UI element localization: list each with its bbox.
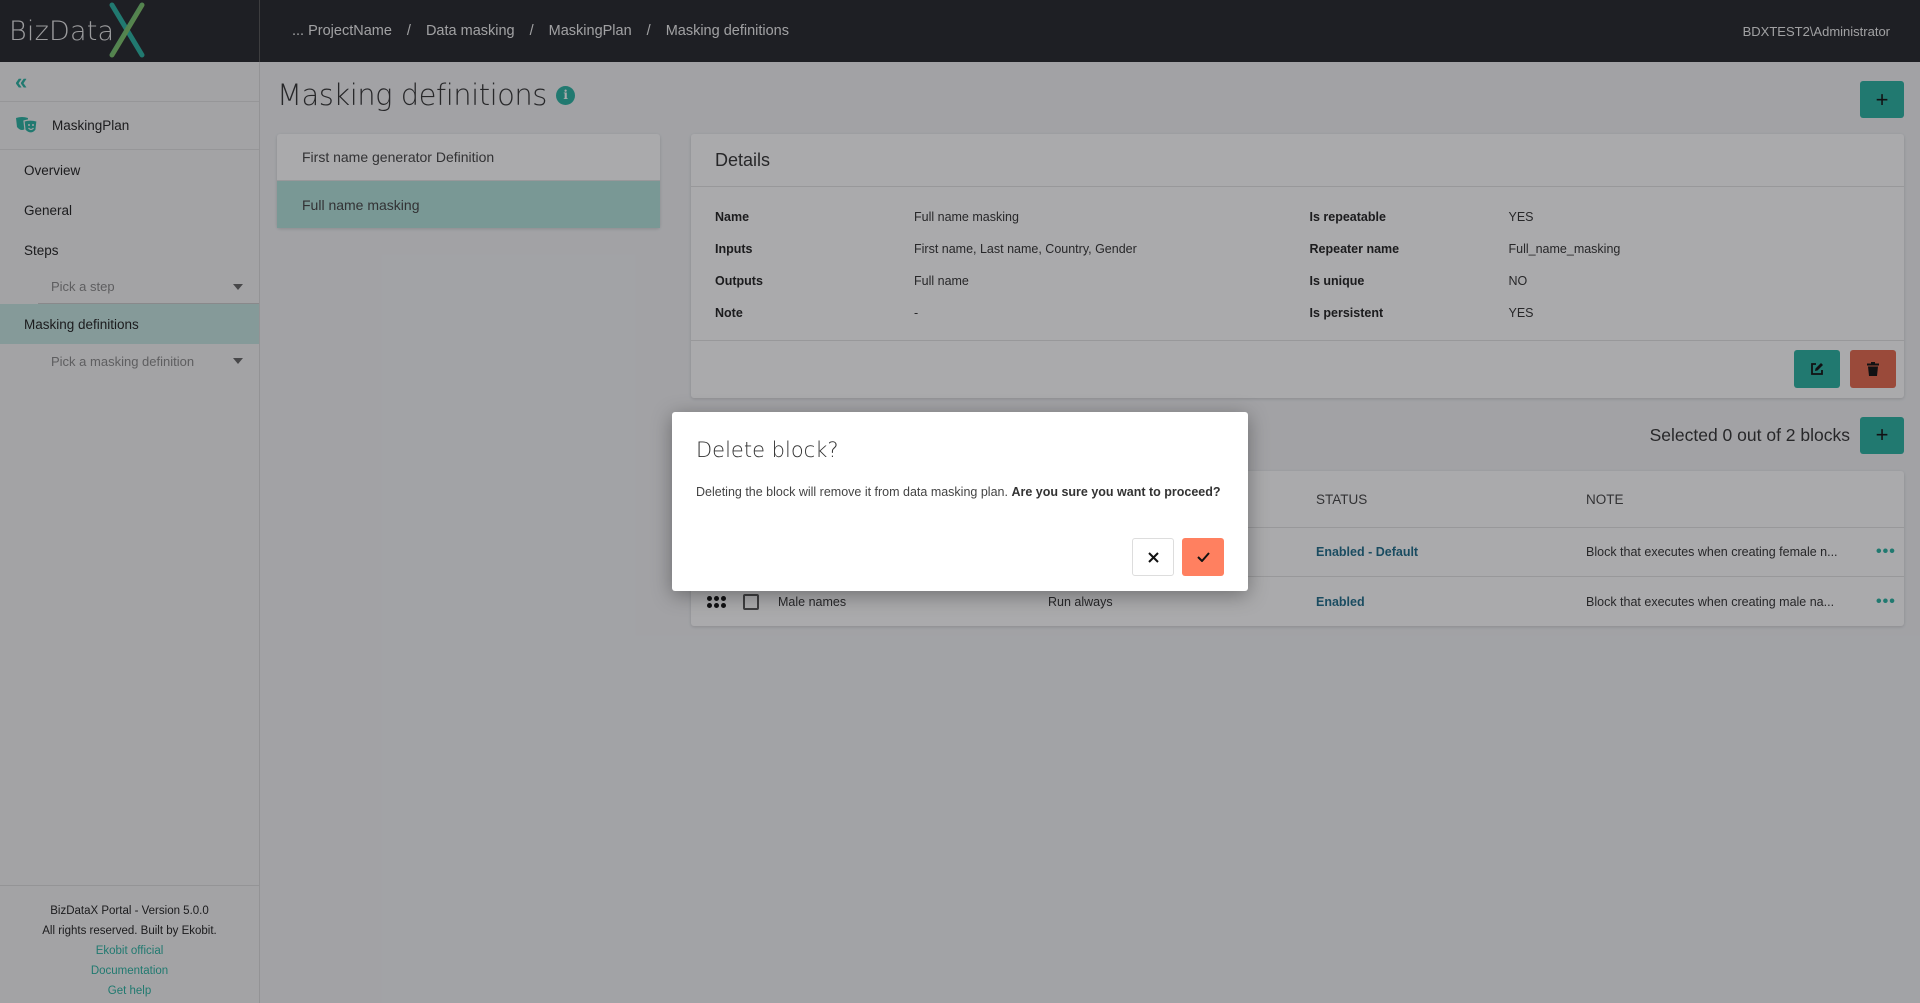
close-icon — [1147, 551, 1159, 563]
dialog-message: Deleting the block will remove it from d… — [696, 482, 1224, 502]
dialog-message-text: Deleting the block will remove it from d… — [696, 485, 1008, 499]
dialog-message-bold: Are you sure you want to proceed? — [1011, 485, 1221, 499]
cancel-button[interactable] — [1132, 538, 1174, 576]
dialog-title: Delete block? — [696, 438, 839, 462]
dialog-actions — [1132, 538, 1224, 576]
confirm-button[interactable] — [1182, 538, 1224, 576]
check-icon — [1196, 552, 1210, 562]
delete-block-dialog: Delete block? Deleting the block will re… — [672, 412, 1248, 591]
